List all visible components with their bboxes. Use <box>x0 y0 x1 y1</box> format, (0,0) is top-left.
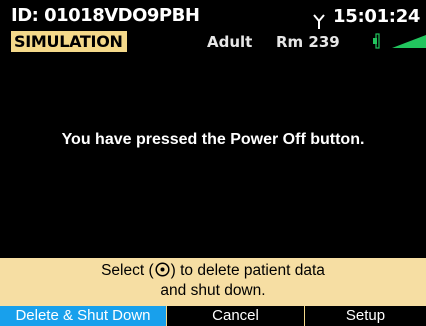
room-label: Rm 239 <box>276 33 340 51</box>
prompt-panel: Select ( ) to delete patient data and shu… <box>0 258 426 306</box>
device-screen: ID: 01018VDO9PBH SIMULATION Adult Rm 239… <box>0 0 426 326</box>
prompt-text-after: ) to delete patient data <box>170 262 325 279</box>
status-header: ID: 01018VDO9PBH SIMULATION Adult Rm 239… <box>0 0 426 58</box>
clock: 15:01:24 <box>333 6 421 27</box>
antenna-icon <box>313 14 325 29</box>
prompt-line-1: Select ( ) to delete patient data <box>0 261 426 281</box>
delete-and-shut-down-button[interactable]: Delete & Shut Down <box>0 306 166 326</box>
setup-button[interactable]: Setup <box>304 306 426 326</box>
prompt-line-2: and shut down. <box>160 282 266 299</box>
select-knob-icon <box>155 262 170 277</box>
battery-icon <box>373 32 426 50</box>
softkey-bar: Delete & Shut Down Cancel Setup <box>0 306 426 326</box>
simulation-badge: SIMULATION <box>11 31 127 52</box>
prompt-text-before: Select ( <box>101 262 154 279</box>
power-off-message: You have pressed the Power Off button. <box>61 131 365 148</box>
cancel-button[interactable]: Cancel <box>166 306 304 326</box>
patient-type: Adult <box>207 33 253 51</box>
device-id: ID: 01018VDO9PBH <box>11 5 200 26</box>
